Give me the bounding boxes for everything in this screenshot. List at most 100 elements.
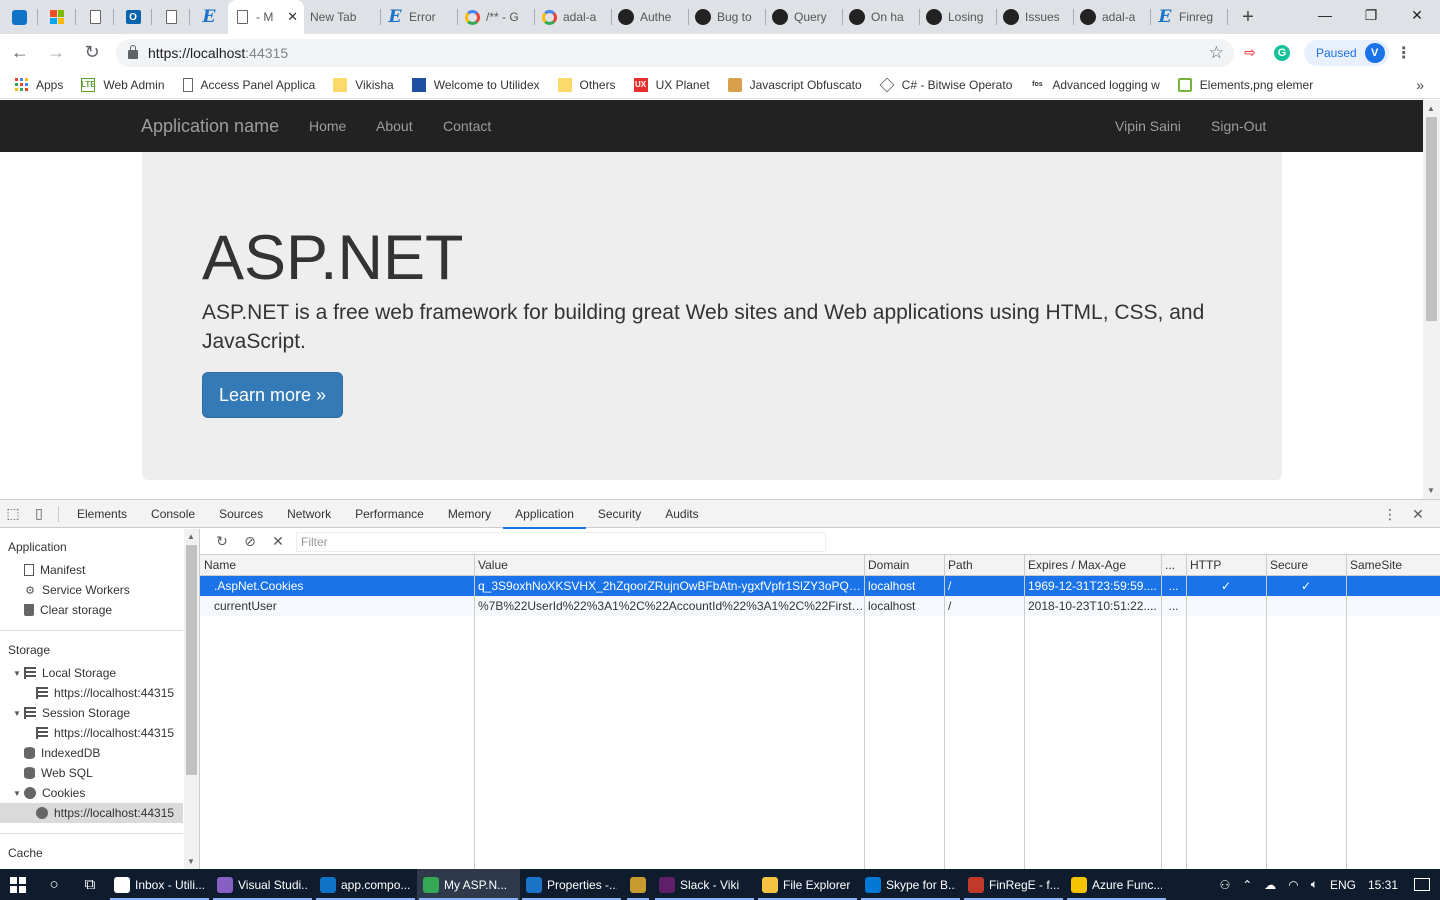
bookmark-star-icon[interactable]: ☆	[1209, 43, 1224, 63]
bookmark-item[interactable]: Vikisha	[333, 77, 394, 92]
column-header-size[interactable]: ...	[1161, 555, 1186, 575]
devtools-tab-performance[interactable]: Performance	[343, 500, 436, 528]
taskbar-app[interactable]: Properties -...	[520, 869, 623, 900]
profile-button[interactable]: Paused V	[1304, 39, 1389, 66]
expand-triangle-icon[interactable]: ▼	[12, 669, 22, 678]
clear-all-button[interactable]: ⊘	[236, 533, 264, 550]
column-header-secure[interactable]: Secure	[1266, 555, 1346, 575]
browser-tab[interactable]: E	[190, 0, 228, 34]
devtools-tab-sources[interactable]: Sources	[207, 500, 275, 528]
column-divider[interactable]	[474, 555, 475, 870]
bookmark-item[interactable]: Elements,png elemer	[1177, 77, 1313, 92]
onedrive-icon[interactable]: ☁	[1258, 878, 1282, 892]
browser-tab[interactable]: adal-a	[1074, 0, 1151, 34]
scroll-down-icon[interactable]: ▼	[1427, 486, 1435, 495]
sidebar-item-cookies-origin[interactable]: https://localhost:44315	[0, 803, 183, 823]
sidebar-item-manifest[interactable]: Manifest	[0, 560, 183, 580]
sidebar-scrollbar-thumb[interactable]	[186, 545, 197, 775]
close-window-button[interactable]: ✕	[1394, 0, 1440, 30]
browser-tab[interactable]: Authe	[612, 0, 689, 34]
learn-more-button[interactable]: Learn more »	[202, 372, 343, 418]
browser-tab[interactable]: - M ✕	[228, 0, 304, 34]
sidebar-scrollbar[interactable]: ▲ ▼	[184, 529, 199, 870]
browser-tab[interactable]	[152, 0, 190, 34]
expand-triangle-icon[interactable]: ▼	[12, 709, 22, 718]
devtools-menu-button[interactable]: ⋮	[1376, 506, 1404, 523]
bookmark-item[interactable]: Javascript Obfuscato	[727, 77, 862, 92]
language-indicator[interactable]: ENG	[1324, 878, 1362, 892]
devtools-tab-memory[interactable]: Memory	[436, 500, 503, 528]
devtools-tab-security[interactable]: Security	[586, 500, 653, 528]
browser-menu-button[interactable]: ⋮	[1389, 43, 1419, 63]
browser-tab[interactable]: Issues	[997, 0, 1074, 34]
search-button[interactable]: ○	[36, 869, 72, 900]
browser-tab[interactable]: Bug to	[689, 0, 766, 34]
inspect-element-button[interactable]: ⬚	[0, 500, 26, 528]
column-divider[interactable]	[1266, 555, 1267, 870]
bookmark-item[interactable]: fos Advanced logging w	[1030, 78, 1160, 92]
browser-tab[interactable]: O	[114, 0, 152, 34]
column-header-value[interactable]: Value	[474, 555, 864, 575]
bookmarks-overflow-button[interactable]: »	[1416, 77, 1424, 93]
bookmark-item[interactable]: Apps	[14, 78, 63, 92]
column-divider[interactable]	[1346, 555, 1347, 870]
refresh-button[interactable]: ↻	[208, 533, 236, 550]
devtools-close-button[interactable]: ✕	[1404, 506, 1432, 523]
browser-tab[interactable]: adal-a	[535, 0, 612, 34]
sidebar-item-websql[interactable]: Web SQL	[0, 763, 183, 783]
column-divider[interactable]	[864, 555, 865, 870]
nav-about-link[interactable]: About	[376, 118, 413, 134]
sidebar-item-local-storage-origin[interactable]: https://localhost:44315	[0, 683, 183, 703]
devtools-tab-network[interactable]: Network	[275, 500, 343, 528]
column-divider[interactable]	[1024, 555, 1025, 870]
taskbar-app[interactable]: Azure Func...	[1065, 869, 1168, 900]
nav-contact-link[interactable]: Contact	[443, 118, 491, 134]
nav-home-link[interactable]: Home	[309, 118, 346, 134]
browser-tab[interactable]: Query	[766, 0, 843, 34]
back-button[interactable]: ←	[4, 37, 36, 69]
browser-tab[interactable]: E Error	[381, 0, 458, 34]
grammarly-button[interactable]: G	[1266, 37, 1298, 69]
column-header-samesite[interactable]: SameSite	[1346, 555, 1440, 575]
browser-tab[interactable]: E Finreg	[1151, 0, 1228, 34]
taskbar-app[interactable]: app.compo...	[314, 869, 417, 900]
people-icon[interactable]: ⚇	[1213, 878, 1236, 892]
taskbar-app[interactable]: Skype for B...	[859, 869, 962, 900]
sidebar-item-cookies[interactable]: ▼ Cookies	[0, 783, 183, 803]
bookmark-item[interactable]: Access Panel Applica	[182, 77, 315, 92]
wifi-icon[interactable]: ◠	[1282, 878, 1304, 892]
sidebar-item-session-storage[interactable]: ▼ Session Storage	[0, 703, 183, 723]
sidebar-item-session-storage-origin[interactable]: https://localhost:44315	[0, 723, 183, 743]
page-scrollbar-thumb[interactable]	[1426, 117, 1437, 321]
column-header-domain[interactable]: Domain	[864, 555, 944, 575]
sidebar-item-clear-storage[interactable]: Clear storage	[0, 600, 183, 620]
taskbar-app[interactable]: Visual Studi...	[211, 869, 314, 900]
close-tab-icon[interactable]: ✕	[287, 9, 298, 25]
browser-tab[interactable]: /** - G	[458, 0, 535, 34]
extension-button[interactable]: ⇨	[1234, 37, 1266, 69]
reload-button[interactable]: ↻	[76, 37, 108, 69]
table-row[interactable]: .AspNet.Cookies q_3S9oxhNoXKSVHX_2hZqoorZ…	[200, 576, 1440, 596]
column-header-http[interactable]: HTTP	[1186, 555, 1266, 575]
column-divider[interactable]	[1186, 555, 1187, 870]
start-button[interactable]	[0, 869, 36, 900]
column-header-path[interactable]: Path	[944, 555, 1024, 575]
filter-input[interactable]	[296, 531, 826, 552]
taskbar-app[interactable]: Slack - Viki	[653, 869, 756, 900]
address-bar[interactable]: https://localhost:44315 ☆	[116, 38, 1234, 67]
browser-tab[interactable]: New Tab	[304, 0, 381, 34]
devtools-tab-console[interactable]: Console	[139, 500, 207, 528]
clock[interactable]: 15:31	[1362, 878, 1404, 892]
chevron-up-icon[interactable]: ⌃	[1236, 878, 1258, 892]
nav-user-link[interactable]: Vipin Saini	[1115, 118, 1181, 134]
bookmark-item[interactable]: C# - Bitwise Operato	[879, 77, 1012, 92]
scroll-down-icon[interactable]: ▼	[187, 857, 195, 866]
sidebar-item-indexeddb[interactable]: IndexedDB	[0, 743, 183, 763]
action-center-button[interactable]	[1404, 878, 1440, 891]
column-header-expires[interactable]: Expires / Max-Age	[1024, 555, 1161, 575]
scroll-up-icon[interactable]: ▲	[1427, 104, 1435, 113]
new-tab-button[interactable]: +	[1228, 0, 1268, 34]
taskbar-app[interactable]: My ASP.N...	[417, 869, 520, 900]
restore-button[interactable]: ❐	[1348, 0, 1394, 30]
volume-icon[interactable]: 🔈︎	[1305, 877, 1324, 892]
